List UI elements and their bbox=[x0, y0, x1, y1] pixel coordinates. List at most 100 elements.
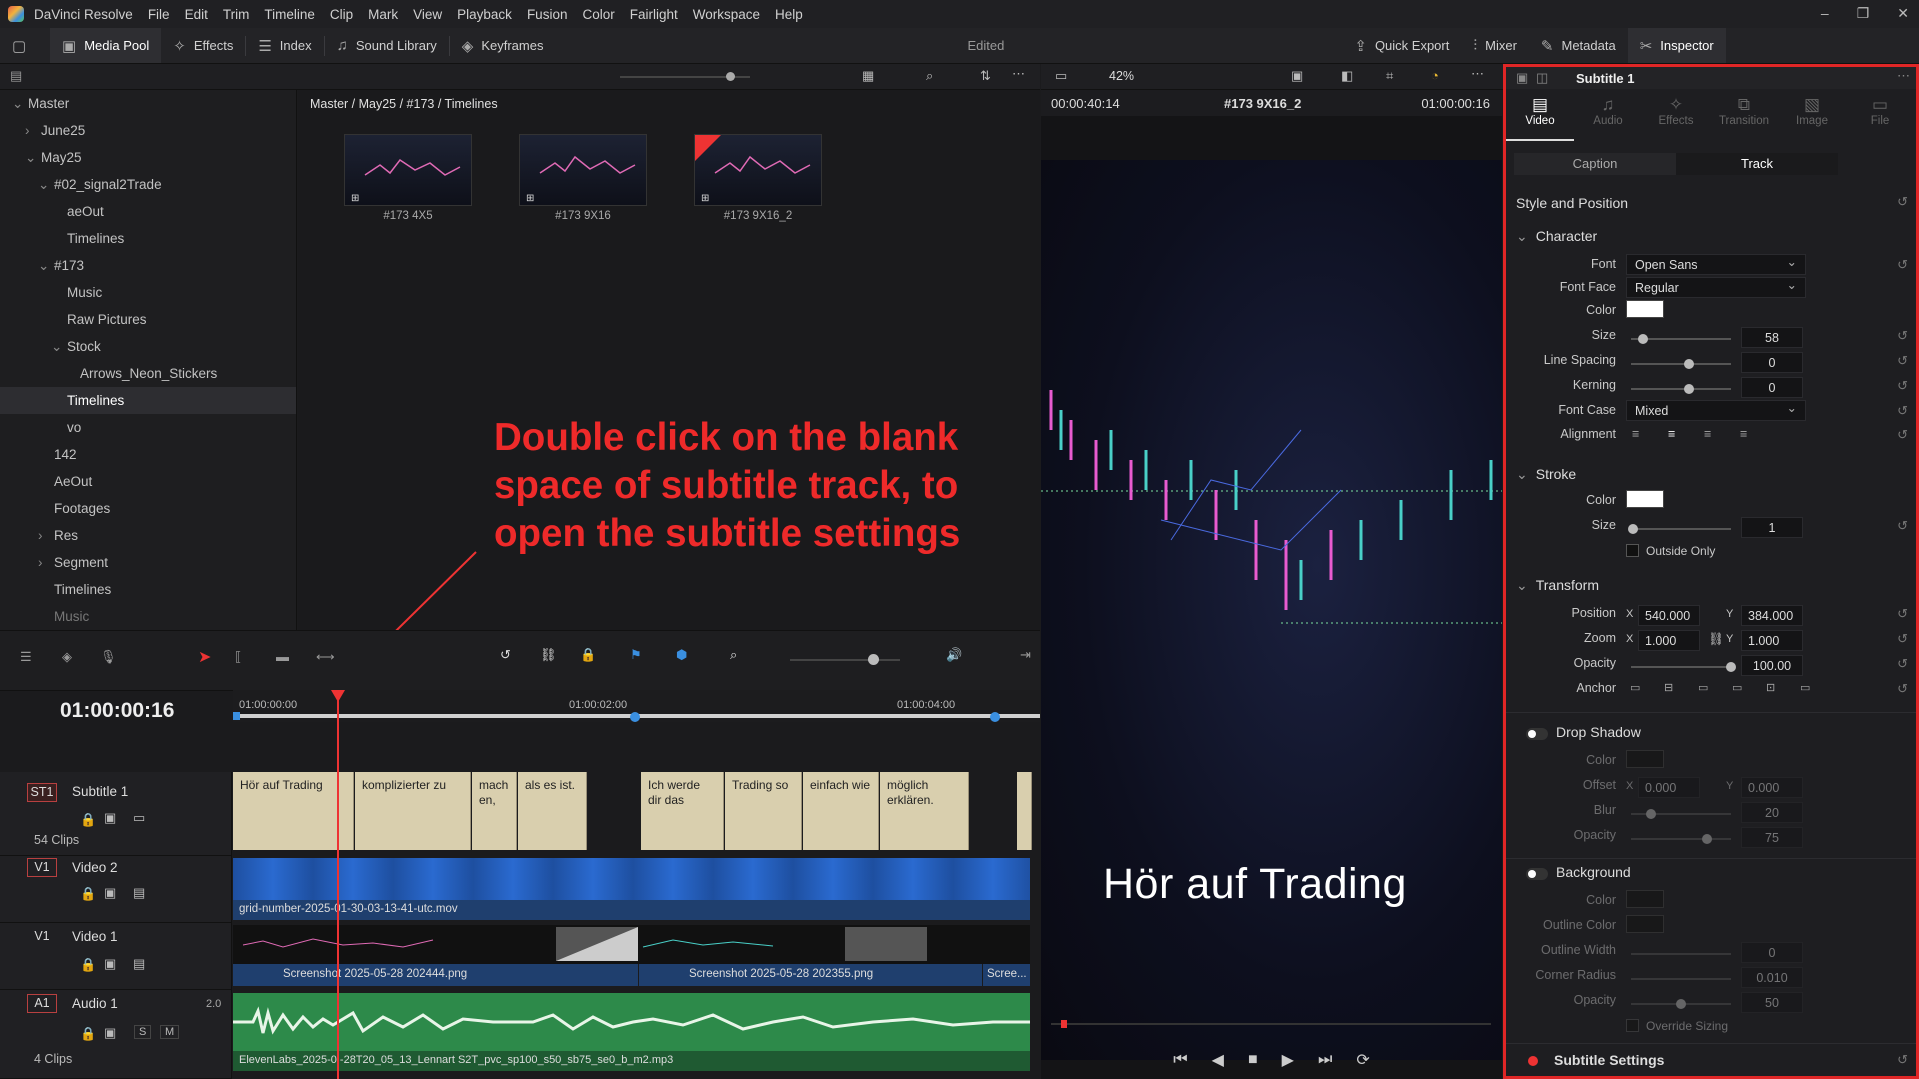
stroke-size-knob[interactable] bbox=[1628, 524, 1638, 534]
marker[interactable] bbox=[990, 712, 1000, 722]
reset-icon[interactable]: ↺ bbox=[1897, 427, 1908, 443]
sidebar-item[interactable]: ⌄ May25 bbox=[0, 144, 296, 171]
timeline-thumb[interactable]: ⊞ #173 4X5 bbox=[344, 134, 472, 222]
menu-timeline[interactable]: Timeline bbox=[264, 7, 315, 22]
sidebar-item[interactable]: ⌄ #02_signal2Trade bbox=[0, 171, 296, 198]
inspector-mode-icon[interactable]: ▣ bbox=[1516, 70, 1528, 86]
reset-icon[interactable]: ↺ bbox=[1897, 631, 1908, 647]
kerning-value[interactable]: 0 bbox=[1741, 377, 1803, 398]
sidebar-item[interactable]: › Res bbox=[0, 522, 296, 549]
timeline-options-icon[interactable]: ☰ bbox=[20, 649, 32, 665]
sort-icon[interactable]: ⇅ bbox=[980, 68, 991, 84]
menu-mark[interactable]: Mark bbox=[368, 7, 398, 22]
stroke-color-swatch[interactable] bbox=[1626, 490, 1664, 508]
shadow-offset-y[interactable]: 0.000 bbox=[1741, 777, 1803, 798]
opacity-value[interactable]: 100.00 bbox=[1741, 655, 1803, 676]
timeline-name[interactable]: #173 9X16_2 bbox=[1224, 96, 1301, 111]
reset-icon[interactable]: ↺ bbox=[1897, 328, 1908, 344]
anchor-top-left-icon[interactable]: ▭ bbox=[1630, 681, 1640, 694]
sidebar-item[interactable]: Footages bbox=[0, 495, 296, 522]
panel-toggle-button[interactable]: ▢ bbox=[0, 28, 50, 63]
corner-radius-slider[interactable] bbox=[1631, 978, 1731, 980]
outline-width-value[interactable]: 0 bbox=[1741, 942, 1803, 963]
subtitle-track-header[interactable]: ST1 Subtitle 1 🔒 ▣ ▭ 54 Clips bbox=[0, 772, 232, 856]
shadow-blur-value[interactable]: 20 bbox=[1741, 802, 1803, 823]
anchor-middle-icon[interactable]: ⊡ bbox=[1766, 681, 1775, 694]
chevron-down-icon[interactable]: ⌄ bbox=[12, 90, 28, 117]
inspector-button[interactable]: ✂ Inspector bbox=[1627, 28, 1726, 63]
font-face-dropdown[interactable]: Regular bbox=[1626, 277, 1806, 298]
subtitle-clip[interactable] bbox=[1017, 772, 1032, 850]
sidebar-item[interactable]: Timelines bbox=[0, 225, 296, 252]
subtitle-settings-indicator[interactable] bbox=[1528, 1056, 1538, 1066]
film-icon[interactable]: ▤ bbox=[133, 956, 145, 972]
transform-icon[interactable]: ⌗ bbox=[1386, 68, 1393, 84]
reset-icon[interactable]: ↺ bbox=[1897, 656, 1908, 672]
size-slider-knob[interactable] bbox=[1638, 334, 1648, 344]
play-reverse-icon[interactable]: ◀ bbox=[1212, 1050, 1224, 1070]
list-view-icon[interactable]: ▤ bbox=[10, 68, 22, 84]
corner-radius-value[interactable]: 0.010 bbox=[1741, 967, 1803, 988]
align-justify-icon[interactable]: ≡ bbox=[1740, 427, 1747, 441]
shadow-opacity-value[interactable]: 75 bbox=[1741, 827, 1803, 848]
sidebar-item[interactable]: Arrows_Neon_Stickers bbox=[0, 360, 296, 387]
link-icon[interactable]: ⛓ bbox=[1708, 632, 1724, 647]
line-spacing-value[interactable]: 0 bbox=[1741, 352, 1803, 373]
skip-start-icon[interactable]: ⏮ bbox=[1173, 1051, 1187, 1069]
sidebar-item[interactable]: 142 bbox=[0, 441, 296, 468]
play-icon[interactable]: ▶ bbox=[1282, 1050, 1294, 1070]
audio1-waveform[interactable] bbox=[233, 993, 1030, 1051]
shadow-blur-knob[interactable] bbox=[1646, 809, 1656, 819]
enable-track-icon[interactable]: ▣ bbox=[104, 1025, 116, 1041]
sidebar-item[interactable]: AeOut bbox=[0, 468, 296, 495]
chevron-right-icon[interactable]: › bbox=[38, 549, 54, 576]
zoom-knob[interactable] bbox=[868, 654, 879, 665]
character-section[interactable]: ⌄ Character bbox=[1516, 228, 1597, 245]
menu-clip[interactable]: Clip bbox=[330, 7, 353, 22]
timeline-thumb[interactable]: ⊞ #173 9X16 bbox=[519, 134, 647, 222]
menu-fairlight[interactable]: Fairlight bbox=[630, 7, 678, 22]
reset-icon[interactable]: ↺ bbox=[1897, 681, 1908, 697]
thumb-size-knob[interactable] bbox=[726, 72, 735, 81]
menu-edit[interactable]: Edit bbox=[185, 7, 208, 22]
font-dropdown[interactable]: Open Sans bbox=[1626, 254, 1806, 275]
subtitle-settings-heading[interactable]: Subtitle Settings bbox=[1554, 1052, 1664, 1068]
video2-track-header[interactable]: V1 Video 2 🔒 ▣ ▤ bbox=[0, 856, 232, 923]
line-spacing-slider[interactable] bbox=[1631, 363, 1731, 365]
video1-clip-a[interactable]: Screenshot 2025-05-28 202444.png bbox=[233, 964, 638, 986]
stroke-size-value[interactable]: 1 bbox=[1741, 517, 1803, 538]
sidebar-item[interactable]: › June25 bbox=[0, 117, 296, 144]
track-name[interactable]: Video 1 bbox=[72, 929, 118, 944]
font-case-dropdown[interactable]: Mixed bbox=[1626, 400, 1806, 421]
index-button[interactable]: ☰ Index bbox=[246, 28, 323, 63]
reset-icon[interactable]: ↺ bbox=[1897, 194, 1908, 210]
lock-icon[interactable]: 🔒 bbox=[80, 1026, 96, 1042]
size-value[interactable]: 58 bbox=[1741, 327, 1803, 348]
sound-library-button[interactable]: ♫ Sound Library bbox=[325, 28, 449, 63]
reset-icon[interactable]: ↺ bbox=[1897, 378, 1908, 394]
zoom-slider[interactable] bbox=[790, 659, 900, 661]
subtitle-clip[interactable]: als es ist. bbox=[518, 772, 587, 850]
anchor-bottom-icon[interactable]: ▭ bbox=[1698, 681, 1708, 694]
marker[interactable] bbox=[233, 712, 240, 720]
reset-icon[interactable]: ↺ bbox=[1897, 403, 1908, 419]
marker[interactable] bbox=[630, 712, 640, 722]
kerning-knob[interactable] bbox=[1684, 384, 1694, 394]
tab-image[interactable]: ▧ Image bbox=[1778, 89, 1846, 141]
sidebar-item[interactable]: Music bbox=[0, 279, 296, 306]
viewer-mode-icon[interactable]: ▣ bbox=[1291, 68, 1303, 84]
tab-effects[interactable]: ✧ Effects bbox=[1642, 89, 1710, 141]
align-left-icon[interactable]: ≡ bbox=[1632, 427, 1639, 441]
solo-button[interactable]: S bbox=[134, 1025, 152, 1039]
keyframes-button[interactable]: ◈ Keyframes bbox=[450, 28, 556, 63]
track-name[interactable]: Subtitle 1 bbox=[72, 784, 128, 799]
opacity-slider[interactable] bbox=[1631, 666, 1731, 668]
sidebar-item[interactable]: ⌄ #173 bbox=[0, 252, 296, 279]
bg-color-swatch[interactable] bbox=[1626, 890, 1664, 908]
reset-icon[interactable]: ↺ bbox=[1897, 353, 1908, 369]
more-icon[interactable]: ⋯ bbox=[1012, 66, 1025, 82]
chevron-down-icon[interactable]: ⌄ bbox=[38, 252, 54, 279]
app-name[interactable]: DaVinci Resolve bbox=[34, 7, 133, 22]
dynamic-trim-icon[interactable]: ⟷ bbox=[316, 649, 335, 665]
shadow-opacity-knob[interactable] bbox=[1702, 834, 1712, 844]
